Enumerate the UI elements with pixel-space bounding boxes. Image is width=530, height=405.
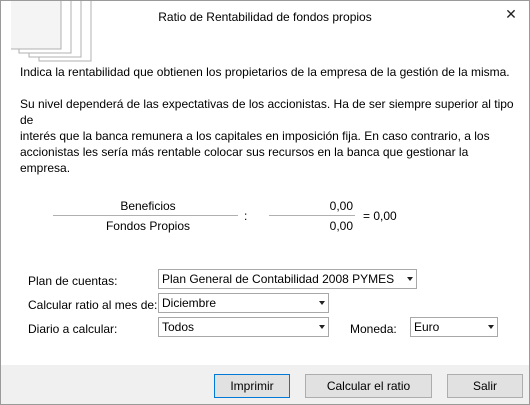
close-icon[interactable]: ✕ (501, 4, 521, 24)
print-button[interactable]: Imprimir (214, 374, 290, 398)
dialog-title: Ratio de Rentabilidad de fondos propios (158, 10, 372, 24)
journal-label: Diario a calcular: (28, 322, 118, 336)
ratio-colon: : (244, 209, 248, 223)
description-line-2: interés que la banca remunera a los capi… (20, 129, 490, 143)
intro-text: Indica la rentabilidad que obtienen los … (20, 65, 510, 79)
month-label: Calcular ratio al mes de: (28, 298, 158, 312)
ratio-result: = 0,00 (363, 209, 397, 223)
chevron-down-icon (488, 325, 494, 329)
plan-label: Plan de cuentas: (28, 274, 118, 288)
chevron-down-icon (319, 325, 325, 329)
fraction-line-values (269, 215, 355, 216)
month-select[interactable]: Diciembre (158, 293, 329, 313)
numerator-value: 0,00 (329, 199, 353, 213)
journal-select-value: Todos (162, 320, 195, 334)
month-select-value: Diciembre (162, 296, 217, 310)
description-text: Su nivel dependerá de las expectativas d… (20, 96, 520, 176)
description-line-1: Su nivel dependerá de las expectativas d… (20, 97, 514, 127)
journal-select[interactable]: Todos (158, 317, 329, 337)
chevron-down-icon (319, 301, 325, 305)
description-line-3: accionistas les sería más rentable coloc… (20, 145, 469, 175)
ratio-dialog: Ratio de Rentabilidad de fondos propios … (0, 0, 530, 405)
plan-select[interactable]: Plan General de Contabilidad 2008 PYMES (158, 269, 417, 289)
exit-button[interactable]: Salir (447, 374, 523, 398)
plan-select-value: Plan General de Contabilidad 2008 PYMES (162, 272, 395, 286)
calculate-ratio-button[interactable]: Calcular el ratio (305, 374, 432, 398)
chevron-down-icon (407, 277, 413, 281)
currency-select[interactable]: Euro (410, 317, 498, 337)
denominator-label: Fondos Propios (105, 219, 191, 233)
currency-select-value: Euro (414, 320, 440, 334)
fraction-line-labels (53, 215, 238, 216)
currency-label: Moneda: (350, 322, 397, 336)
numerator-label: Beneficios (120, 199, 176, 213)
denominator-value: 0,00 (329, 219, 353, 233)
